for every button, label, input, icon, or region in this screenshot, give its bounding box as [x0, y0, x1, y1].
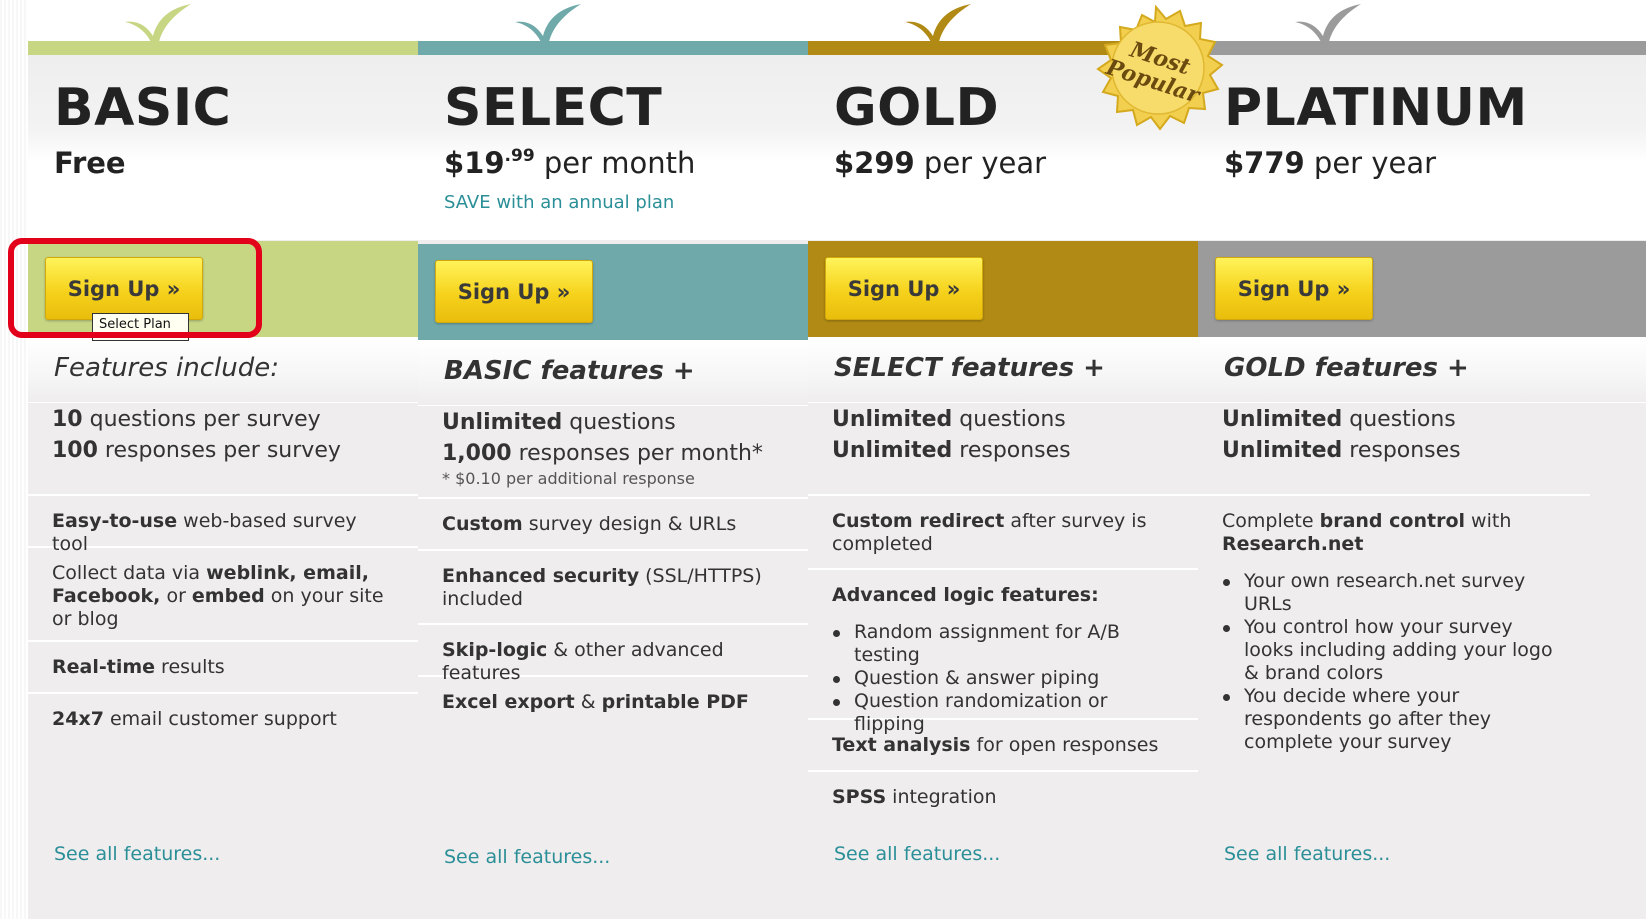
sign-up-button-platinum[interactable]: Sign Up » — [1215, 257, 1373, 320]
plan-price: $299 per year — [834, 146, 1047, 180]
plan-column-select: SELECT $19.99 per month SAVE with an ann… — [418, 0, 810, 919]
leaf-icon — [905, 4, 971, 42]
see-all-features-link[interactable]: See all features... — [1224, 843, 1390, 865]
leaf-icon — [515, 4, 581, 42]
limits-section: Unlimited questions Unlimited responses — [808, 404, 1200, 496]
feature-list: Random assignment for A/B testing Questi… — [832, 621, 1176, 736]
features-heading: BASIC features + — [418, 340, 810, 406]
plan-column-basic: BASIC Free Sign Up » Features include: 1… — [28, 0, 420, 919]
feature-list: Your own research.net survey URLs You co… — [1222, 570, 1566, 754]
limits-section: Unlimited questions 1,000 responses per … — [418, 407, 810, 499]
features-heading: GOLD features + — [1198, 337, 1646, 403]
features-heading: Features include: — [28, 337, 420, 403]
list-item: You control how your survey looks includ… — [1222, 616, 1566, 685]
sign-up-button-gold[interactable]: Sign Up » — [825, 257, 983, 320]
feature-item: Text analysis for open responses — [808, 720, 1200, 772]
feature-item: SPSS integration — [832, 786, 997, 808]
list-item: Random assignment for A/B testing — [832, 621, 1176, 667]
highlight-annotation — [8, 238, 262, 338]
feature-item: Collect data via weblink, email, Faceboo… — [28, 548, 420, 642]
feature-item: Easy-to-use web-based survey tool — [28, 496, 420, 555]
plan-title: PLATINUM — [1224, 78, 1528, 138]
leaf-icon — [1295, 4, 1361, 42]
signup-bar: Sign Up » — [1198, 241, 1646, 337]
color-bar — [28, 41, 420, 55]
color-bar — [418, 41, 810, 55]
leaf-icon — [125, 4, 191, 42]
plan-column-platinum: PLATINUM $779 per year Sign Up » GOLD fe… — [1198, 0, 1646, 919]
annual-plan-note: SAVE with an annual plan — [444, 192, 675, 213]
limits-section: Unlimited questions Unlimited responses — [1198, 404, 1590, 496]
feature-item: Custom redirect after survey is complete… — [808, 496, 1200, 570]
plan-title: BASIC — [54, 78, 232, 138]
feature-item: Complete brand control with Research.net… — [1198, 496, 1590, 756]
feature-item: Real-time results — [28, 642, 420, 694]
sign-up-button-select[interactable]: Sign Up » — [435, 260, 593, 323]
see-all-features-link[interactable]: See all features... — [54, 843, 220, 865]
feature-item: Advanced logic features: Random assignme… — [808, 570, 1200, 735]
page-left-edge — [0, 0, 28, 919]
plan-price: $779 per year — [1224, 146, 1437, 180]
feature-item: Enhanced security (SSL/HTTPS) included — [418, 551, 810, 625]
limits-section: 10 questions per survey 100 responses pe… — [28, 404, 420, 496]
plan-price: Free — [54, 146, 126, 180]
feature-item: 24x7 email customer support — [52, 708, 337, 730]
feature-item: Excel export & printable PDF — [442, 691, 749, 713]
plan-price: $19.99 per month — [444, 146, 696, 180]
signup-bar: Sign Up » — [418, 244, 810, 340]
plan-title: SELECT — [444, 78, 663, 138]
see-all-features-link[interactable]: See all features... — [834, 843, 1000, 865]
features-heading: SELECT features + — [808, 337, 1200, 403]
list-item: Question & answer piping — [832, 667, 1176, 690]
plan-column-gold: GOLD $299 per year Sign Up » SELECT feat… — [808, 0, 1200, 919]
signup-bar: Sign Up » — [808, 241, 1200, 337]
list-item: You decide where your respondents go aft… — [1222, 685, 1566, 754]
see-all-features-link[interactable]: See all features... — [444, 846, 610, 868]
color-bar — [1198, 41, 1646, 55]
plan-title: GOLD — [834, 78, 1000, 138]
most-popular-badge: Most Popular — [1084, 4, 1229, 135]
feature-item: Custom survey design & URLs — [418, 499, 810, 551]
list-item: Your own research.net survey URLs — [1222, 570, 1566, 616]
feature-item: Skip-logic & other advanced features — [418, 625, 810, 684]
